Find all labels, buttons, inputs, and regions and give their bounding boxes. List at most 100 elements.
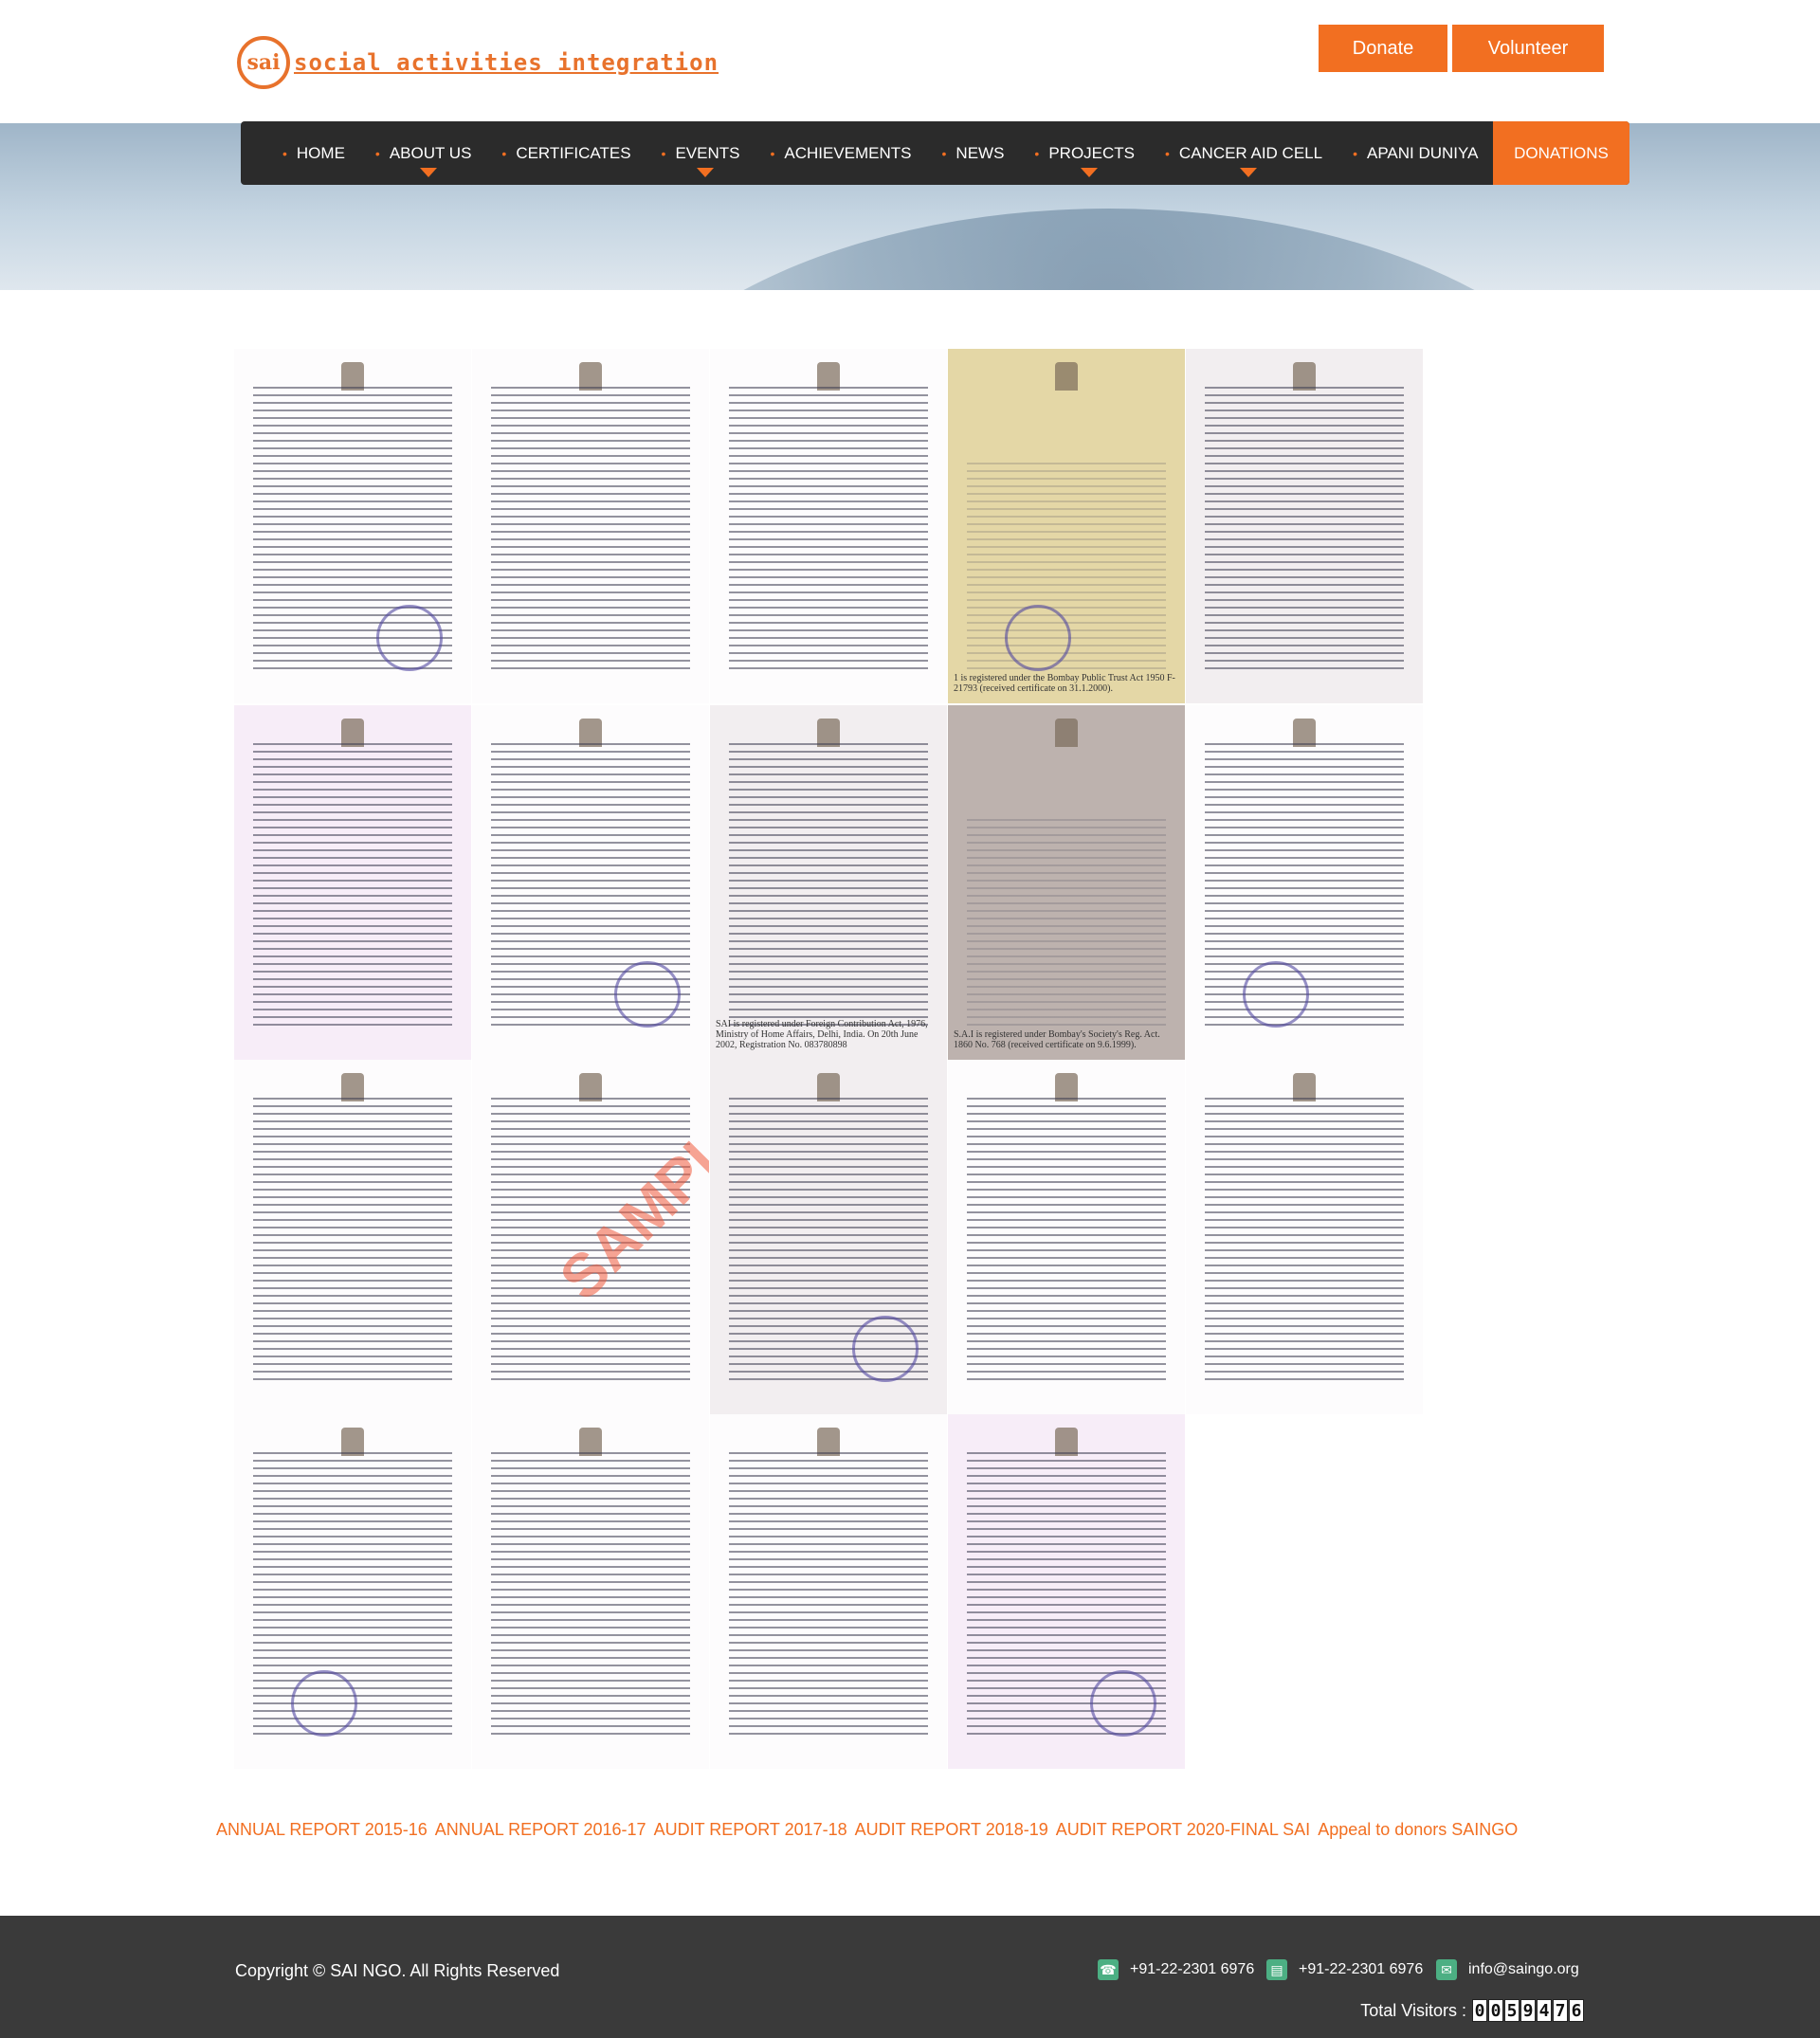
nav-item-label: EVENTS [675,143,740,162]
certificate-thumbnail[interactable] [710,1060,947,1414]
logo-mark: sai [237,36,290,89]
stamp-seal-icon [614,961,681,1028]
counter-digit: 9 [1520,1999,1536,2022]
report-links: ANNUAL REPORT 2015-16 ANNUAL REPORT 2016-… [216,1820,1525,1840]
donate-button[interactable]: Donate [1319,25,1447,72]
certificate-thumbnail[interactable] [1186,705,1423,1060]
certificate-thumbnail[interactable] [710,1414,947,1769]
bullet-icon: • [1165,145,1170,161]
report-link[interactable]: ANNUAL REPORT 2015-16 [216,1820,428,1839]
nav-item-achievements[interactable]: • ACHIEVEMENTS [755,121,926,185]
dropdown-caret-icon [697,168,714,177]
certificate-thumbnail[interactable]: S.A.I is registered under Bombay's Socie… [948,705,1185,1060]
certificate-thumbnail[interactable] [1186,1060,1423,1414]
certificate-thumbnail[interactable] [472,349,709,703]
nav-donations-button[interactable]: DONATIONS [1493,121,1629,185]
bullet-icon: • [1034,145,1040,161]
nav-item-label: ACHIEVEMENTS [784,143,912,162]
document-text-lines [491,1452,690,1740]
bullet-icon: • [941,145,947,161]
report-link[interactable]: ANNUAL REPORT 2016-17 [435,1820,646,1839]
nav-item-label: ABOUT US [389,143,472,162]
fax-icon: ▤ [1266,1959,1287,1980]
document-text-lines [967,819,1166,1031]
certificate-thumbnail[interactable]: SAI is registered under Foreign Contribu… [710,705,947,1060]
certificate-thumbnail[interactable] [234,349,471,703]
stamp-seal-icon [1005,605,1071,671]
footer-fax[interactable]: ▤ +91-22-2301 6976 [1266,1959,1423,1980]
document-text-lines [1205,1098,1404,1386]
nav-item-label: CANCER AID CELL [1178,143,1323,162]
bullet-icon: • [282,145,287,161]
stamp-seal-icon [291,1670,357,1737]
report-link[interactable]: AUDIT REPORT 2017-18 [654,1820,847,1839]
bullet-icon: • [770,145,775,161]
certificate-caption: 1 is registered under the Bombay Public … [954,673,1175,694]
visitor-counter: Total Visitors : 0059476 [1360,1999,1585,2022]
report-link[interactable]: AUDIT REPORT 2018-19 [855,1820,1048,1839]
email-address: info@saingo.org [1468,1961,1579,1977]
dropdown-caret-icon [1240,168,1258,177]
emblem-icon [1055,719,1078,747]
certificate-thumbnail[interactable] [234,1060,471,1414]
nav-item-events[interactable]: • EVENTS [646,121,755,185]
nav-item-projects[interactable]: • PROJECTS [1019,121,1150,185]
nav-item-label: APANI DUNIYA [1367,143,1479,162]
report-link[interactable]: Appeal to donors SAINGO [1318,1820,1518,1839]
visitor-count-display: 0059476 [1472,1999,1585,2022]
logo-text: social activities integration [294,49,719,76]
nav-items: • HOME • ABOUT US • CERTIFICATES • EVENTS • ACHIE… [241,121,1614,185]
main-navigation: • HOME • ABOUT US • CERTIFICATES • EVENTS • ACHIE… [241,121,1629,185]
nav-item-about-us[interactable]: • ABOUT US [360,121,487,185]
globe-graphic [588,209,1630,290]
nav-item-label: PROJECTS [1048,143,1136,162]
document-text-lines [729,743,928,1031]
site-header: sai social activities integration Donate… [0,0,1820,123]
emblem-icon [1055,362,1078,391]
document-text-lines [729,387,928,675]
counter-digit: 7 [1553,1999,1568,2022]
certificate-caption: S.A.I is registered under Bombay's Socie… [954,1029,1160,1050]
nav-item-label: CERTIFICATES [516,143,631,162]
certificate-thumbnail[interactable] [948,1060,1185,1414]
volunteer-button[interactable]: Volunteer [1452,25,1604,72]
certificate-thumbnail[interactable]: SAMPLE [472,1060,709,1414]
nav-item-label: NEWS [956,143,1005,162]
certificate-thumbnail[interactable] [234,705,471,1060]
counter-digit: 6 [1569,1999,1584,2022]
copyright-text: Copyright © SAI NGO. All Rights Reserved [235,1961,560,1980]
site-footer: Copyright © SAI NGO. All Rights Reserved… [0,1916,1820,2038]
counter-digit: 5 [1504,1999,1520,2022]
bullet-icon: • [1353,145,1357,161]
site-logo[interactable]: sai social activities integration [237,36,719,89]
nav-item-certificates[interactable]: • CERTIFICATES [486,121,646,185]
nav-item-apani-duniya[interactable]: • APANI DUNIYA [1338,121,1493,185]
nav-item-home[interactable]: • HOME [267,121,360,185]
certificate-thumbnail[interactable] [1186,349,1423,703]
document-text-lines [1205,387,1404,675]
nav-item-cancer-aid-cell[interactable]: • CANCER AID CELL [1150,121,1338,185]
certificate-thumbnail[interactable] [472,705,709,1060]
certificate-thumbnail[interactable] [234,1414,471,1769]
envelope-icon: ✉ [1436,1959,1457,1980]
footer-phone[interactable]: ☎ +91-22-2301 6976 [1098,1959,1254,1980]
certificate-thumbnail[interactable]: 1 is registered under the Bombay Public … [948,349,1185,703]
counter-digit: 4 [1537,1999,1552,2022]
certificate-thumbnail[interactable] [948,1414,1185,1769]
dropdown-caret-icon [419,168,437,177]
footer-email[interactable]: ✉ info@saingo.org [1436,1959,1579,1980]
fax-number: +91-22-2301 6976 [1299,1961,1424,1977]
counter-digit: 0 [1472,1999,1487,2022]
stamp-seal-icon [1090,1670,1156,1737]
report-link[interactable]: AUDIT REPORT 2020-FINAL SAI [1056,1820,1310,1839]
bullet-icon: • [501,145,507,161]
certificate-thumbnail[interactable] [472,1414,709,1769]
bullet-icon: • [374,145,380,161]
counter-digit: 0 [1488,1999,1503,2022]
document-text-lines [253,743,452,1031]
bullet-icon: • [661,145,666,161]
page: sai social activities integration Donate… [0,0,1820,2038]
dropdown-caret-icon [1081,168,1099,177]
nav-item-news[interactable]: • NEWS [927,121,1020,185]
certificate-thumbnail[interactable] [710,349,947,703]
